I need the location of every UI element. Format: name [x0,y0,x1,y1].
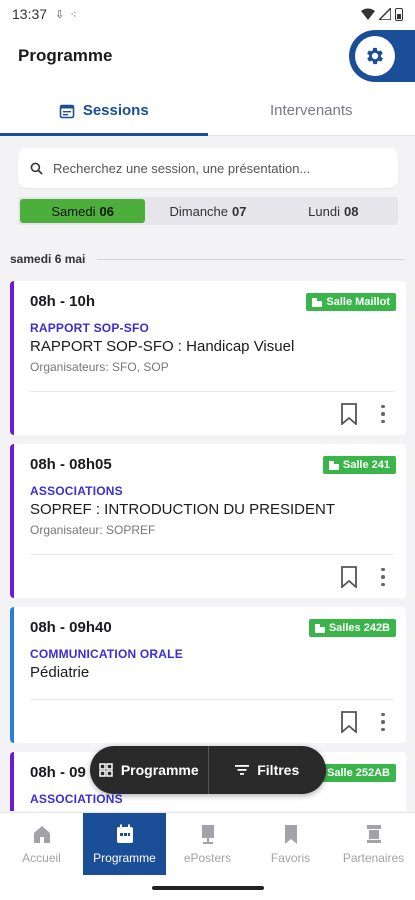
filters-button[interactable]: Filtres [209,746,327,794]
session-time: 08h - 10h [30,293,96,310]
settings-button[interactable] [355,36,395,76]
status-right [361,7,403,21]
session-category: COMMUNICATION ORALE [30,647,183,661]
home-icon [33,826,50,843]
nav-label: ePosters [183,851,232,865]
session-card[interactable]: 08h - 08h05 Salle 241 ASSOCIATIONS SOPRE… [10,444,406,598]
date-divider [97,258,405,260]
day-number: 06 [99,203,114,219]
date-header-label: samedi 6 mai [10,252,86,266]
nav-favoris[interactable]: Favoris [249,813,332,875]
tab-bar: Sessions Intervenants [0,86,415,136]
day-tab-dimanche[interactable]: Dimanche 07 [145,199,270,223]
room-badge: Salle 241 [322,456,396,474]
battery-icon [395,7,403,21]
page-title: Programme [18,46,113,65]
session-card[interactable]: 08h - 10h Salle Maillot RAPPORT SOP-SFO … [10,281,406,435]
session-category: RAPPORT SOP-SFO [30,321,150,335]
bookmark-icon[interactable] [340,711,358,733]
session-organizers: Organisateurs: SFO, SOP [30,360,169,374]
status-notification-icons: ⇩ ⁖ [55,8,77,21]
session-card[interactable]: 08h - 09h40 Salles 242B COMMUNICATION OR… [10,607,406,743]
calendar-icon [116,824,133,843]
room-badge: Salle Maillot [306,293,396,311]
nav-partenaires[interactable]: Partenaires [332,813,415,875]
tab-sessions[interactable]: Sessions [0,86,208,136]
session-category: ASSOCIATIONS [30,484,123,498]
settings-container [349,30,415,82]
building-icon [314,624,325,633]
grid-icon [99,763,113,777]
day-tab-samedi[interactable]: Samedi 06 [20,199,146,223]
day-number: 07 [232,203,247,219]
day-name: Samedi [51,203,96,219]
nav-accueil[interactable]: Accueil [0,813,83,875]
calendar-icon [59,104,75,118]
room-label: Salle 241 [342,459,390,471]
tab-intervenants[interactable]: Intervenants [208,86,415,135]
room-label: Salles 242B [328,622,390,634]
building-icon [328,461,339,470]
session-time: 08h - 08h05 [30,456,112,473]
more-options-icon[interactable] [380,566,386,588]
nav-programme[interactable]: Programme [83,813,166,875]
more-options-icon[interactable] [380,403,386,425]
download-icon: ⇩ [55,8,65,21]
nav-label: Partenaires [342,851,405,865]
bottom-navigation: Accueil Programme ePosters Favoris Parte… [0,812,415,900]
tab-intervenants-label: Intervenants [269,102,353,119]
nav-label: Favoris [270,851,311,865]
session-category: ASSOCIATIONS [30,792,123,806]
date-header: samedi 6 mai [10,252,405,266]
bookmark-icon [284,825,297,844]
more-options-icon[interactable] [380,711,386,733]
room-badge: Salles 242B [308,619,396,637]
programme-view-label: Programme [120,762,199,778]
day-selector: Samedi 06 Dimanche 07 Lundi 08 [18,197,398,225]
programme-view-button[interactable]: Programme [90,746,208,794]
poster-icon [201,825,214,844]
day-name: Lundi [308,203,340,219]
session-title: RAPPORT SOP-SFO : Handicap Visuel [30,338,295,355]
nav-label: Programme [93,851,156,865]
card-divider [30,699,394,700]
search-input[interactable] [53,160,386,176]
nav-eposters[interactable]: ePosters [166,813,249,875]
session-time: 08h - 09 [30,764,86,781]
search-icon [30,162,43,175]
day-name: Dimanche [169,203,229,219]
card-divider [30,391,394,392]
session-title: SOPREF : INTRODUCTION DU PRESIDENT [30,501,336,518]
home-indicator[interactable] [152,886,264,890]
room-label: Salle Maillot [326,296,390,308]
day-number: 08 [343,203,359,219]
session-title: Pédiatrie [30,664,90,681]
nav-label: Accueil [22,851,61,865]
filter-icon [235,765,250,775]
card-divider [30,554,394,555]
share-icon: ⁖ [70,8,77,21]
partners-icon [366,825,381,843]
wifi-icon [361,8,375,20]
filters-label: Filtres [257,762,300,778]
floating-action-bar: Programme Filtres [90,746,326,794]
gear-icon [367,47,383,65]
signal-icon [379,8,391,20]
search-bar [18,148,398,188]
bookmark-icon[interactable] [340,403,358,425]
session-time: 08h - 09h40 [30,619,112,636]
status-time: 13:37 [12,6,48,22]
bookmark-icon[interactable] [340,566,358,588]
building-icon [312,298,323,307]
session-organizers: Organisateur: SOPREF [30,523,156,537]
session-list: 08h - 10h Salle Maillot RAPPORT SOP-SFO … [10,281,406,811]
status-bar: 13:37 ⇩ ⁖ [0,0,415,28]
room-label: Salle 252AB [327,767,390,779]
day-tab-lundi[interactable]: Lundi 08 [271,199,396,223]
tab-sessions-label: Sessions [82,102,149,119]
app-bar: Programme [0,28,415,86]
